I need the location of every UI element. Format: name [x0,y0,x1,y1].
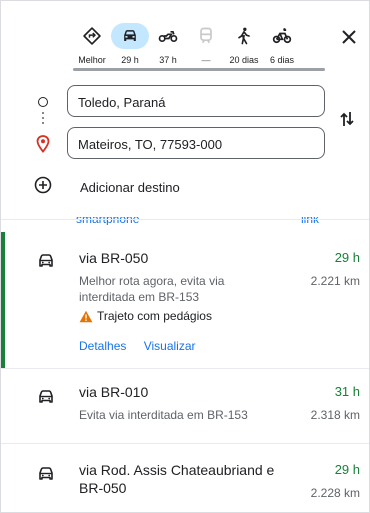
mode-time: 37 h [159,55,177,65]
mode-time: 6 dias [269,55,295,65]
car-icon [37,389,55,405]
connector-dots-icon [42,112,44,126]
divider [1,219,369,220]
route-card[interactable]: via Rod. Assis Chateaubriand e BR-050 29… [1,444,369,512]
mode-car[interactable]: 29 h [111,23,149,65]
mode-motorcycle[interactable]: 37 h [149,23,187,65]
warning-icon [79,310,93,322]
train-icon [187,23,225,49]
route-duration: 29 h [334,250,360,265]
route-card[interactable]: via BR-050 29 h Melhor rota agora, evita… [1,232,369,369]
mode-bicycle[interactable]: 6 dias [263,23,301,65]
mode-time: 20 dias [229,55,259,65]
route-card[interactable]: via BR-010 31 h Evita via interditada em… [1,369,369,444]
add-destination-label[interactable]: Adicionar destino [80,180,180,195]
destination-input[interactable]: Mateiros, TO, 77593-000 [67,127,325,159]
route-distance: 2.221 km [310,274,360,288]
close-icon [342,30,356,44]
swap-directions-icon[interactable] [338,109,356,129]
mode-best[interactable]: Melhor [73,23,111,65]
origin-circle-icon [38,97,48,107]
bicycle-icon [263,23,301,49]
route-actions: Detalhes Visualizar [79,339,210,353]
close-button[interactable] [341,29,359,47]
add-destination-icon[interactable] [34,176,52,194]
car-icon [37,253,55,269]
mode-time: — [201,55,211,65]
mode-transit[interactable]: — [187,23,225,65]
route-duration: 31 h [334,384,360,399]
toll-warning-text: Trajeto com pedágios [97,309,212,323]
directions-panel: Melhor 29 h 37 h — 20 dias 6 dias Toledo… [0,0,370,513]
route-description: Melhor rota agora, evita via interditada… [79,274,225,304]
preview-link[interactable]: Visualizar [144,339,196,353]
car-icon [37,466,55,482]
toll-warning: Trajeto com pedágios [79,309,212,323]
motorcycle-icon [149,23,187,49]
car-icon [111,23,149,49]
origin-input[interactable]: Toledo, Paraná [67,85,325,117]
route-distance: 2.318 km [310,408,360,422]
route-title: via BR-050 [79,250,149,266]
route-title: via BR-010 [79,384,149,400]
route-description: Evita via interditada em BR-153 [79,408,248,422]
mode-walking[interactable]: 20 dias [225,23,263,65]
route-title: via Rod. Assis Chateaubriand e BR-050 [79,462,275,496]
diamond-turn-icon [73,23,111,49]
travel-mode-bar: Melhor 29 h 37 h — 20 dias 6 dias [73,23,301,65]
mode-time: 29 h [121,55,139,65]
mode-scrollbar[interactable] [73,68,325,71]
route-distance: 2.228 km [310,486,360,500]
details-link[interactable]: Detalhes [79,339,126,353]
selected-route-indicator [1,232,5,368]
route-duration: 29 h [334,462,360,477]
mode-time: Melhor [78,55,106,65]
location-pin-icon [35,135,51,153]
walking-icon [225,23,263,49]
